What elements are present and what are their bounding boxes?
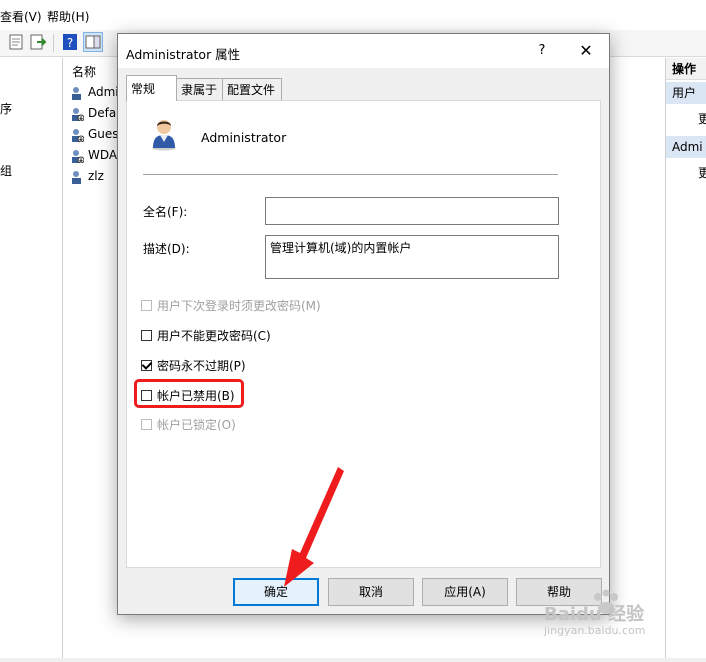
checkbox-label: 用户下次登录时须更改密码(M) [157, 299, 321, 313]
actions-section-admin[interactable]: Admi [666, 136, 706, 158]
watermark-url: jingyan.baidu.com [544, 624, 646, 637]
checkbox-box[interactable] [141, 330, 152, 341]
description-field[interactable]: 管理计算机(域)的内置帐户 [265, 235, 559, 279]
red-arrow-annotation [262, 465, 352, 615]
apply-button[interactable]: 应用(A) [422, 578, 508, 606]
checkbox-must-change-password[interactable]: 用户下次登录时须更改密码(M) [141, 298, 321, 314]
user-row[interactable]: WDA [70, 145, 117, 166]
properties-icon[interactable] [6, 32, 26, 52]
actions-header: 操作 [666, 58, 706, 80]
checkbox-box[interactable] [141, 300, 152, 311]
checkbox-label: 密码永不过期(P) [157, 359, 246, 373]
checkbox-box[interactable] [141, 419, 152, 430]
disabled-user-icon [70, 149, 85, 163]
actions-pane: 操作 用户 更 Admi 更 [665, 58, 706, 662]
dialog-title: Administrator 属性 [126, 47, 241, 62]
close-button[interactable]: ✕ [570, 38, 602, 64]
dialog-titlebar[interactable]: Administrator 属性 ? ✕ [118, 34, 609, 68]
description-label: 描述(D): [143, 242, 190, 256]
tree-item-fragment[interactable]: 组 [0, 162, 12, 179]
menu-view[interactable]: 查看(V) [0, 8, 42, 25]
user-account-icon [149, 115, 181, 151]
checkbox-label: 用户不能更改密码(C) [157, 329, 271, 343]
checkbox-cannot-change-password[interactable]: 用户不能更改密码(C) [141, 328, 271, 344]
checkbox-account-locked[interactable]: 帐户已锁定(O) [141, 417, 236, 433]
action-item-more[interactable]: 更 [698, 164, 706, 181]
user-icon [70, 170, 84, 184]
baidu-watermark: Baidu 经验 jingyan.baidu.com [540, 588, 670, 638]
checkbox-password-never-expires[interactable]: 密码永不过期(P) [141, 358, 246, 374]
disabled-user-icon [70, 128, 85, 142]
action-item-more[interactable]: 更 [698, 110, 706, 127]
divider [143, 174, 558, 175]
fullname-label: 全名(F): [143, 205, 188, 219]
watermark-brand: Baidu 经验 [544, 604, 645, 625]
svg-text:?: ? [67, 36, 73, 50]
user-row[interactable]: Gues [70, 124, 119, 145]
tab-member-of[interactable]: 隶属于 [176, 78, 223, 100]
red-highlight-box [134, 379, 244, 408]
menu-help[interactable]: 帮助(H) [47, 8, 89, 25]
fullname-field[interactable] [265, 197, 559, 225]
disabled-user-icon [70, 107, 85, 121]
tab-general[interactable]: 常规 [126, 75, 177, 101]
username-label: Administrator [201, 130, 287, 145]
tab-profile[interactable]: 配置文件 [222, 78, 282, 100]
console-tree-pane: 序 组 [0, 58, 63, 658]
checkbox-label: 帐户已锁定(O) [157, 418, 236, 432]
status-bar [0, 658, 706, 662]
action-pane-icon[interactable] [83, 32, 103, 52]
actions-section-users[interactable]: 用户 [666, 82, 706, 104]
user-list-pane: 名称 Admi Defau Gues WDA zlz [64, 58, 124, 658]
tree-item-fragment[interactable]: 序 [0, 100, 12, 117]
menu-bar: 查看(V) 帮助(H) [0, 0, 706, 31]
checkbox-box[interactable] [141, 360, 152, 371]
general-tab-panel: Administrator 全名(F): 描述(D): 管理计算机(域)的内置帐… [126, 100, 601, 568]
properties-dialog: Administrator 属性 ? ✕ 常规 隶属于 配置文件 Adminis… [117, 33, 610, 615]
user-row[interactable]: Defau [70, 103, 124, 124]
help-topic-icon[interactable]: ? [60, 32, 80, 52]
user-row[interactable]: Admi [70, 82, 119, 103]
column-header-name[interactable]: 名称 [72, 63, 96, 80]
user-icon [70, 86, 84, 100]
user-row[interactable]: zlz [70, 166, 104, 187]
help-button[interactable]: ? [530, 40, 554, 62]
toolbar-separator [53, 34, 54, 52]
export-list-icon[interactable] [28, 32, 48, 52]
